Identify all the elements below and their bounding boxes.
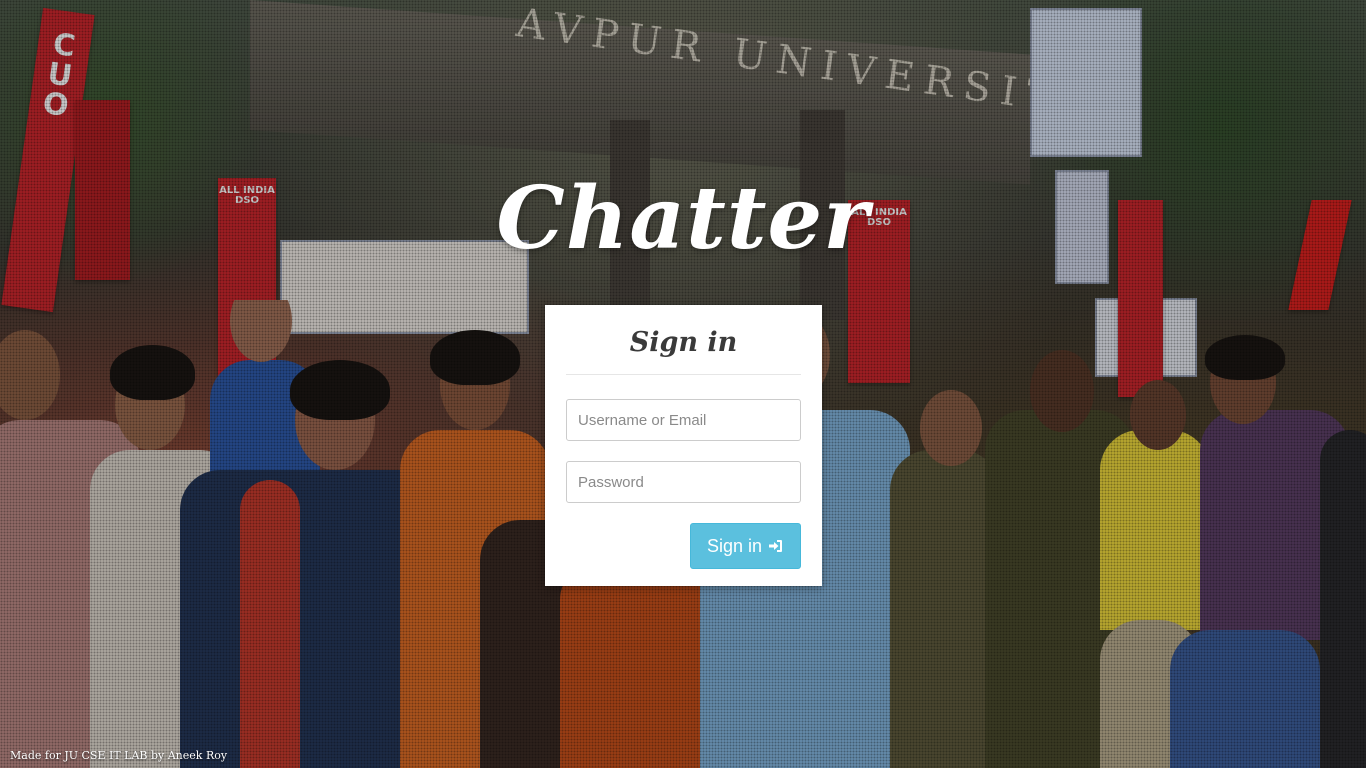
sign-in-icon [768, 538, 784, 554]
poster-board [1030, 8, 1142, 157]
button-row: Sign in [566, 523, 801, 569]
person-hair [110, 345, 195, 400]
person-head [920, 390, 982, 466]
person-hair [430, 330, 520, 385]
person-head [0, 330, 60, 420]
person [1320, 430, 1366, 768]
person-head [1030, 350, 1094, 432]
brand-logo: Chatter [496, 168, 870, 269]
scarf [240, 480, 300, 768]
password-input[interactable] [566, 461, 801, 503]
person-hair [290, 360, 390, 420]
sign-in-button-label: Sign in [706, 535, 762, 556]
person-hair [1205, 335, 1285, 380]
username-input[interactable] [566, 399, 801, 441]
person [1170, 630, 1320, 768]
login-card: Sign in Sign in [545, 305, 822, 586]
person [890, 450, 1000, 768]
person [560, 560, 720, 768]
sign-in-button[interactable]: Sign in [689, 523, 801, 569]
login-heading: Sign in [629, 327, 738, 358]
footer-credit: Made for JU CSE IT LAB by Aneek Roy [10, 749, 228, 762]
person [1100, 430, 1210, 630]
person-head [1130, 380, 1186, 450]
person-head [230, 300, 292, 362]
divider [566, 374, 801, 375]
